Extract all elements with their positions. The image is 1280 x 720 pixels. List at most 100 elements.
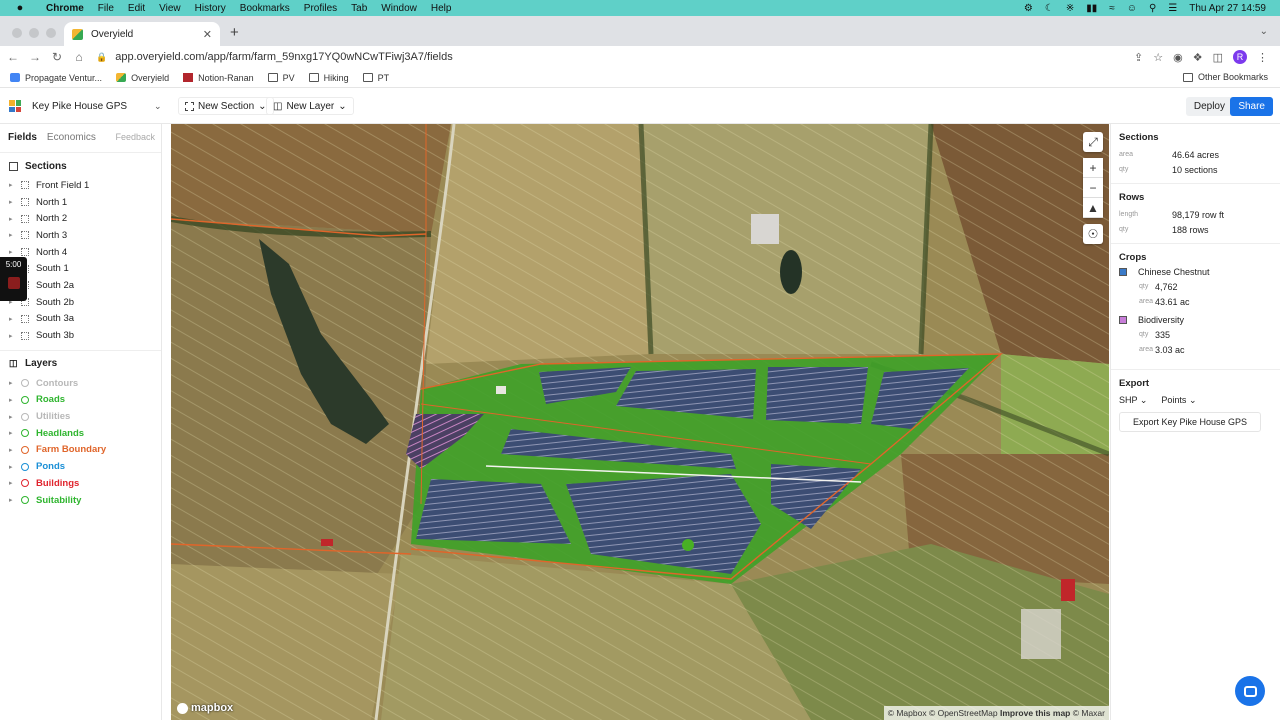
url-field[interactable]: 🔒 app.overyield.com/app/farm/farm_59nxg1… (96, 46, 1176, 68)
extension-icon[interactable]: ◉ (1173, 51, 1183, 64)
chevron-right-icon[interactable]: ▸ (9, 446, 16, 454)
chevron-right-icon[interactable]: ▸ (9, 379, 16, 387)
map-canvas[interactable]: ⤢ + − ▲ ☉ mapbox © Mapbox © OpenStreetMa… (171, 124, 1109, 720)
back-icon[interactable]: ← (4, 50, 22, 64)
new-section-button[interactable]: New Section ⌄ (178, 97, 274, 115)
farm-selector[interactable]: Key Pike House GPS (32, 101, 127, 112)
new-tab-button[interactable]: + (230, 24, 239, 41)
sidepanel-icon[interactable]: ◫ (1213, 51, 1223, 64)
menu-history[interactable]: History (195, 3, 226, 14)
chevron-right-icon[interactable]: ▸ (9, 215, 16, 223)
crop-name[interactable]: Biodiversity (1119, 315, 1272, 325)
tab-fields[interactable]: Fields (8, 132, 37, 143)
url-text[interactable]: app.overyield.com/app/farm/farm_59nxg17Y… (115, 51, 452, 63)
tab-search-chevron-icon[interactable]: ⌄ (1260, 26, 1268, 37)
section-item[interactable]: ▸ South 3a (0, 311, 161, 328)
section-item[interactable]: ▸ North 3 (0, 227, 161, 244)
menu-app-chrome[interactable]: Chrome (46, 3, 84, 14)
reload-icon[interactable]: ↻ (48, 50, 66, 64)
apple-icon[interactable]: ● (12, 2, 28, 14)
screen-recorder-widget[interactable]: 5:00 (0, 257, 27, 301)
overyield-logo[interactable] (9, 100, 21, 112)
support-chat-button[interactable] (1235, 676, 1265, 706)
menu-bookmarks[interactable]: Bookmarks (240, 3, 290, 14)
battery-icon[interactable]: ▮▮ (1086, 3, 1097, 14)
layer-item[interactable]: ▸ Farm Boundary (0, 442, 161, 459)
layer-item[interactable]: ▸ Contours (0, 375, 161, 392)
menu-view[interactable]: View (159, 3, 181, 14)
export-format-select[interactable]: SHP ⌄ (1119, 395, 1147, 406)
close-tab-icon[interactable]: ✕ (203, 28, 212, 41)
other-bookmarks[interactable]: Other Bookmarks (1182, 72, 1268, 82)
menu-window[interactable]: Window (381, 3, 417, 14)
export-type-select[interactable]: Points ⌄ (1161, 395, 1196, 406)
chevron-right-icon[interactable]: ▸ (9, 479, 16, 487)
browser-tab-overyield[interactable]: Overyield ✕ (64, 22, 220, 46)
menu-edit[interactable]: Edit (128, 3, 145, 14)
chevron-right-icon[interactable]: ▸ (9, 496, 16, 504)
kebab-menu-icon[interactable]: ⋮ (1257, 51, 1268, 64)
layer-item[interactable]: ▸ Ponds (0, 458, 161, 475)
tab-economics[interactable]: Economics (47, 132, 96, 143)
bookmark-folder-hiking[interactable]: Hiking (308, 73, 349, 83)
zoom-in-icon[interactable]: + (1083, 158, 1103, 178)
layer-item[interactable]: ▸ Buildings (0, 475, 161, 492)
section-item[interactable]: ▸ North 1 (0, 194, 161, 211)
export-button[interactable]: Export Key Pike House GPS (1119, 412, 1261, 432)
share-page-icon[interactable]: ⇪ (1134, 51, 1143, 64)
geolocate-icon[interactable]: ☉ (1083, 224, 1103, 244)
minimize-window-icon[interactable] (29, 28, 39, 38)
chevron-right-icon[interactable]: ▸ (9, 248, 16, 256)
moon-icon[interactable]: ☾ (1045, 3, 1054, 14)
chevron-right-icon[interactable]: ▸ (9, 396, 16, 404)
share-button[interactable]: Share (1230, 97, 1273, 116)
bookmark-folder-pv[interactable]: PV (267, 73, 295, 83)
lock-icon[interactable]: 🔒 (96, 52, 107, 63)
chevron-right-icon[interactable]: ▸ (9, 429, 16, 437)
bookmark-overyield[interactable]: Overyield (116, 73, 169, 83)
zoom-out-icon[interactable]: − (1083, 178, 1103, 198)
chevron-right-icon[interactable]: ▸ (9, 181, 16, 189)
menu-profiles[interactable]: Profiles (304, 3, 337, 14)
control-center-icon[interactable]: ☰ (1168, 3, 1177, 14)
chevron-right-icon[interactable]: ▸ (9, 332, 16, 340)
search-icon[interactable]: ⚲ (1149, 3, 1156, 14)
bookmark-notion[interactable]: Notion-Ranan (183, 73, 254, 83)
bluetooth-icon[interactable]: ※ (1066, 3, 1074, 14)
layers-heading[interactable]: ◫ Layers (0, 353, 161, 375)
satellite-map[interactable] (171, 124, 1109, 720)
attribution-osm[interactable]: © OpenStreetMap (929, 708, 998, 718)
sections-heading[interactable]: Sections (0, 155, 161, 177)
new-layer-button[interactable]: ◫ New Layer ⌄ (266, 97, 354, 115)
stop-recording-icon[interactable] (7, 277, 20, 289)
bookmark-propagate[interactable]: Propagate Ventur... (10, 73, 102, 83)
layer-item[interactable]: ▸ Suitability (0, 492, 161, 509)
section-item[interactable]: ▸ Front Field 1 (0, 177, 161, 194)
layer-item[interactable]: ▸ Headlands (0, 425, 161, 442)
mapbox-logo[interactable]: mapbox (177, 702, 233, 714)
clock-text[interactable]: Thu Apr 27 14:59 (1189, 3, 1266, 14)
user-icon[interactable]: ☺ (1127, 3, 1137, 14)
feedback-link[interactable]: Feedback (115, 132, 155, 142)
chevron-down-icon[interactable]: ⌄ (154, 101, 162, 112)
home-icon[interactable]: ⌂ (70, 50, 88, 64)
section-north-3[interactable] (766, 367, 868, 424)
chevron-right-icon[interactable]: ▸ (9, 198, 16, 206)
wifi-icon[interactable]: ≈ (1109, 3, 1115, 14)
puzzle-icon[interactable]: ❖ (1193, 51, 1203, 64)
profile-avatar[interactable]: R (1233, 50, 1247, 64)
layer-item[interactable]: ▸ Utilities (0, 408, 161, 425)
chevron-right-icon[interactable]: ▸ (9, 315, 16, 323)
star-icon[interactable]: ☆ (1153, 51, 1163, 64)
menu-help[interactable]: Help (431, 3, 452, 14)
section-item[interactable]: ▸ South 3b (0, 327, 161, 344)
attribution-mapbox[interactable]: © Mapbox (888, 708, 927, 718)
gear-icon[interactable]: ⚙ (1024, 3, 1033, 14)
deploy-button[interactable]: Deploy (1185, 97, 1233, 116)
bookmark-folder-pt[interactable]: PT (362, 73, 389, 83)
menu-tab[interactable]: Tab (351, 3, 367, 14)
menu-file[interactable]: File (98, 3, 114, 14)
crop-name[interactable]: Chinese Chestnut (1119, 267, 1272, 277)
chevron-right-icon[interactable]: ▸ (9, 413, 16, 421)
maximize-window-icon[interactable] (46, 28, 56, 38)
